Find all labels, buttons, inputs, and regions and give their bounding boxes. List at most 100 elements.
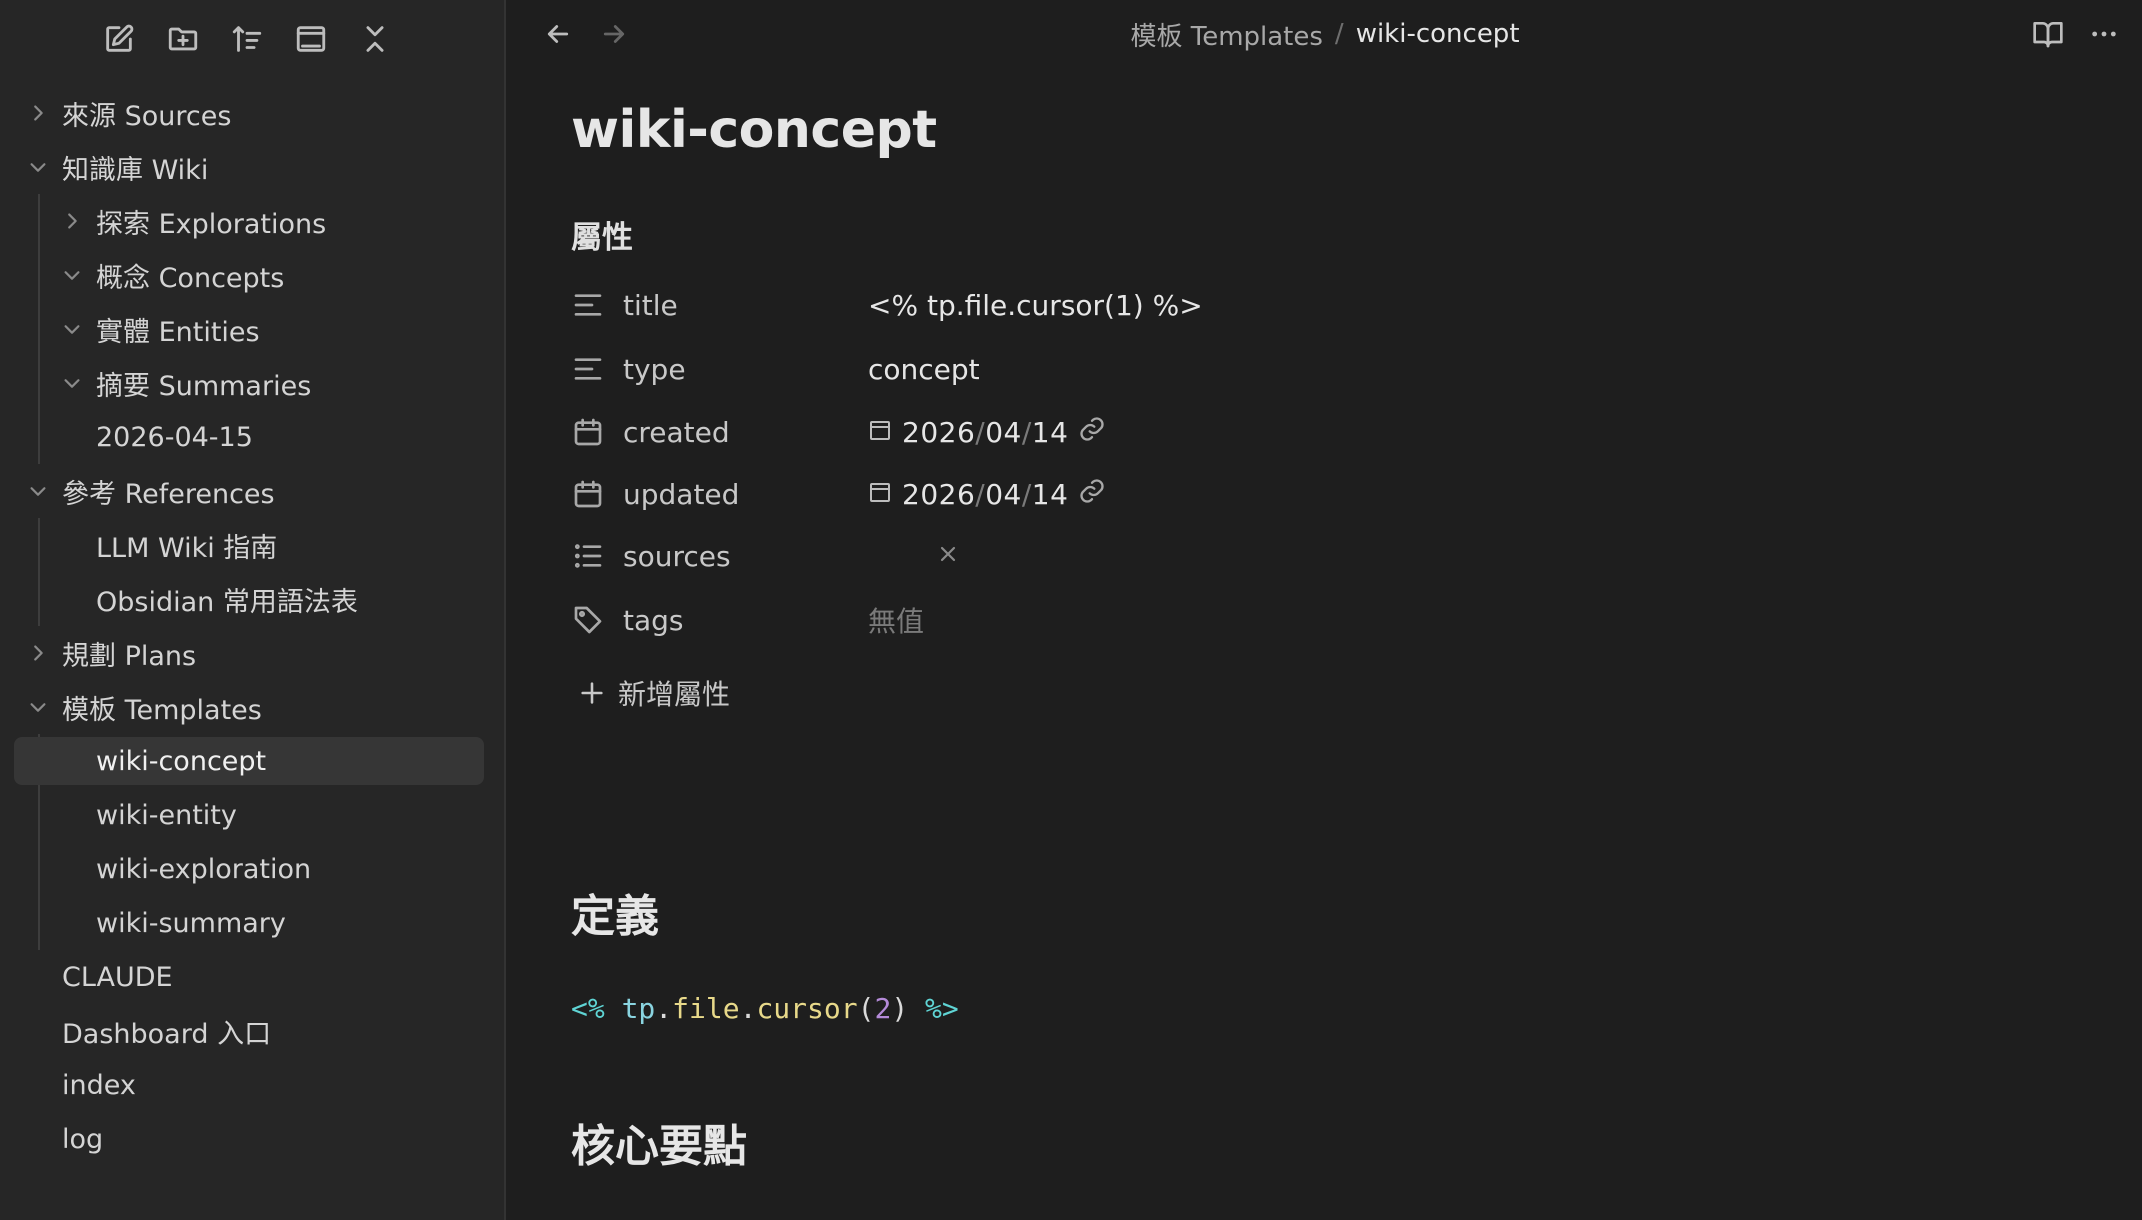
reading-view-button[interactable] bbox=[2028, 14, 2068, 54]
tree-file-llm-wiki-guide[interactable]: LLM Wiki 指南 bbox=[0, 518, 506, 572]
app-window: 來源 Sources 知識庫 Wiki 探索 Explorations 概念 C… bbox=[0, 0, 2142, 1220]
section-heading-definition[interactable]: 定義 bbox=[571, 880, 659, 944]
tree-folder-concepts[interactable]: 概念 Concepts bbox=[0, 248, 506, 302]
chevron-right-icon bbox=[27, 642, 49, 664]
tree-item-label: wiki-concept bbox=[96, 745, 267, 777]
tree-item-label: Dashboard 入口 bbox=[62, 1018, 272, 1050]
add-property-label: 新增屬性 bbox=[618, 678, 731, 711]
date-year: 2026 bbox=[902, 415, 976, 449]
tree-item-label: 知識庫 Wiki bbox=[62, 154, 209, 186]
tree-file-2026-04-15[interactable]: 2026-04-15 bbox=[0, 410, 506, 464]
collapse-all-button[interactable] bbox=[356, 20, 394, 58]
date-day: 14 bbox=[1031, 415, 1069, 449]
link-icon[interactable] bbox=[1078, 477, 1106, 512]
file-explorer-sidebar: 來源 Sources 知識庫 Wiki 探索 Explorations 概念 C… bbox=[0, 0, 506, 1220]
date-value[interactable]: 2026/04/14 bbox=[868, 415, 1106, 450]
back-button[interactable] bbox=[538, 14, 578, 54]
property-key[interactable]: created bbox=[623, 416, 730, 449]
code-object: tp bbox=[621, 992, 656, 1025]
tree-file-claude[interactable]: CLAUDE bbox=[0, 950, 506, 1004]
sort-button[interactable] bbox=[228, 20, 266, 58]
chevron-down-icon bbox=[27, 696, 49, 718]
book-open-icon bbox=[2033, 22, 2063, 48]
chevron-right-icon bbox=[27, 102, 49, 124]
tree-folder-explorations[interactable]: 探索 Explorations bbox=[0, 194, 506, 248]
tree-folder-wiki[interactable]: 知識庫 Wiki bbox=[0, 140, 506, 194]
date-value[interactable]: 2026/04/14 bbox=[868, 477, 1106, 512]
sidebar-toolbar bbox=[100, 14, 394, 64]
tree-folder-references[interactable]: 參考 References bbox=[0, 464, 506, 518]
tree-file-index[interactable]: index bbox=[0, 1058, 506, 1112]
tree-item-label: wiki-exploration bbox=[96, 853, 312, 885]
tree-file-wiki-summary[interactable]: wiki-summary bbox=[0, 896, 506, 950]
file-tree: 來源 Sources 知識庫 Wiki 探索 Explorations 概念 C… bbox=[0, 86, 506, 1166]
property-key[interactable]: updated bbox=[623, 478, 739, 511]
chevron-down-icon bbox=[61, 372, 83, 394]
section-heading-key-points[interactable]: 核心要點 bbox=[571, 1110, 747, 1174]
new-folder-button[interactable] bbox=[164, 20, 202, 58]
page-title[interactable]: wiki-concept bbox=[571, 100, 937, 160]
editor-pane: 模板 Templates / wiki-concept wiki-concept… bbox=[508, 0, 2142, 1220]
properties-heading[interactable]: 屬性 bbox=[571, 212, 633, 257]
tree-file-log[interactable]: log bbox=[0, 1112, 506, 1166]
date-text: 2026/04/14 bbox=[902, 478, 1068, 511]
calendar-small-icon[interactable] bbox=[868, 416, 892, 449]
tree-folder-entities[interactable]: 實體 Entities bbox=[0, 302, 506, 356]
property-updated: updated 2026/04/14 bbox=[571, 469, 1671, 519]
code-dot: . bbox=[655, 992, 673, 1025]
close-icon[interactable] bbox=[936, 540, 960, 573]
property-key[interactable]: tags bbox=[623, 604, 684, 637]
tree-item-label: 2026-04-15 bbox=[96, 421, 253, 453]
tree-item-label: index bbox=[62, 1069, 136, 1101]
property-key[interactable]: type bbox=[623, 353, 686, 386]
property-value[interactable]: concept bbox=[868, 353, 980, 386]
text-lines-icon[interactable] bbox=[571, 352, 605, 386]
tree-folder-plans[interactable]: 規劃 Plans bbox=[0, 626, 506, 680]
tree-folder-summaries[interactable]: 摘要 Summaries bbox=[0, 356, 506, 410]
more-options-button[interactable] bbox=[2084, 14, 2124, 54]
link-icon[interactable] bbox=[1078, 415, 1106, 450]
property-key[interactable]: title bbox=[623, 289, 678, 322]
tree-item-label: wiki-entity bbox=[96, 799, 237, 831]
property-key[interactable]: sources bbox=[623, 540, 731, 573]
calendar-small-icon[interactable] bbox=[868, 478, 892, 511]
calendar-icon[interactable] bbox=[571, 415, 605, 449]
tree-file-wiki-exploration[interactable]: wiki-exploration bbox=[0, 842, 506, 896]
property-type: type concept bbox=[571, 344, 1671, 394]
breadcrumb-current[interactable]: wiki-concept bbox=[1356, 19, 1520, 49]
code-delimiter-close: %> bbox=[925, 992, 959, 1025]
chevron-right-icon bbox=[61, 210, 83, 232]
chevron-down-icon bbox=[27, 156, 49, 178]
template-code-line[interactable]: <% tp.file.cursor(2) %> bbox=[571, 992, 959, 1025]
tag-icon[interactable] bbox=[571, 603, 605, 637]
code-paren-close: ) bbox=[891, 992, 909, 1025]
property-value[interactable] bbox=[936, 540, 960, 573]
breadcrumb-parent[interactable]: 模板 Templates bbox=[1130, 16, 1322, 53]
date-separator: / bbox=[975, 477, 986, 511]
list-icon[interactable] bbox=[571, 539, 605, 573]
new-note-button[interactable] bbox=[100, 20, 138, 58]
calendar-icon[interactable] bbox=[571, 477, 605, 511]
tree-folder-templates[interactable]: 模板 Templates bbox=[0, 680, 506, 734]
code-paren-open: ( bbox=[857, 992, 875, 1025]
forward-button[interactable] bbox=[594, 14, 634, 54]
collapse-icon bbox=[366, 26, 384, 52]
code-property: file bbox=[672, 992, 740, 1025]
text-lines-icon[interactable] bbox=[571, 288, 605, 322]
property-value[interactable]: 無值 bbox=[868, 600, 924, 640]
date-year: 2026 bbox=[902, 477, 976, 511]
property-value[interactable]: <% tp.file.cursor(1) %> bbox=[868, 289, 1203, 322]
tree-item-label: LLM Wiki 指南 bbox=[96, 532, 278, 564]
add-property-button[interactable]: 新增屬性 bbox=[578, 668, 730, 718]
tree-file-dashboard[interactable]: Dashboard 入口 bbox=[0, 1004, 506, 1058]
tree-folder-sources[interactable]: 來源 Sources bbox=[0, 86, 506, 140]
tree-file-wiki-concept[interactable]: wiki-concept bbox=[0, 734, 506, 788]
tree-file-obsidian-syntax[interactable]: Obsidian 常用語法表 bbox=[0, 572, 506, 626]
more-horizontal-icon bbox=[2092, 31, 2116, 37]
tree-item-label: 來源 Sources bbox=[62, 100, 232, 132]
tree-item-label: CLAUDE bbox=[62, 961, 173, 993]
breadcrumb: 模板 Templates / wiki-concept bbox=[508, 14, 2142, 54]
tree-file-wiki-entity[interactable]: wiki-entity bbox=[0, 788, 506, 842]
property-created: created 2026/04/14 bbox=[571, 407, 1671, 457]
auto-reveal-button[interactable] bbox=[292, 20, 330, 58]
